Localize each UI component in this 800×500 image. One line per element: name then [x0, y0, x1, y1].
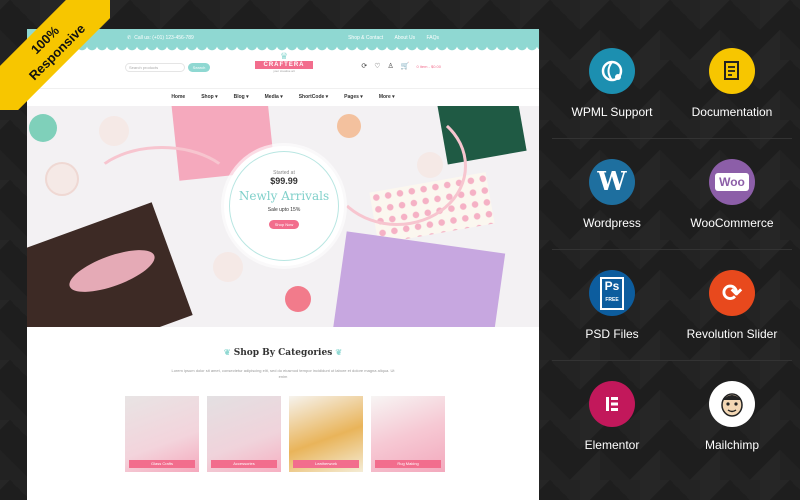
feature-revolution-slider: ⟳ Revolution Slider — [672, 250, 792, 360]
crown-icon: ♛ — [279, 51, 289, 61]
category-card[interactable]: Rug Making — [371, 396, 445, 472]
meringue — [99, 116, 129, 146]
wordpress-icon: W — [589, 159, 635, 205]
feature-list: WPML Support Documentation W Wordpress W… — [552, 28, 792, 472]
cart-summary[interactable]: 0 item - $0.00 — [417, 64, 441, 69]
nav-item-media[interactable]: Media ▾ — [265, 94, 283, 100]
feature-label: Documentation — [691, 105, 773, 119]
user-icon[interactable]: ♙ — [388, 62, 394, 70]
categories-description: Lorem ipsum dolor sit amet, consectetur … — [171, 368, 395, 379]
promo-sale: Sale upto 15% — [267, 207, 301, 213]
shop-now-button[interactable]: Shop Now — [268, 220, 300, 229]
cart-icon[interactable]: 🛒 — [401, 62, 410, 70]
category-grid: Glass Crafts Accessories Leatherwork Rug… — [125, 396, 445, 472]
woocommerce-icon: Woo — [709, 159, 755, 205]
nav-item-shortcode[interactable]: ShortCode ▾ — [299, 94, 328, 100]
logo-tagline: your creative art — [273, 69, 295, 73]
hero-banner: Started at $99.99 Newly Arrivals Sale up… — [27, 106, 539, 327]
nav-item-blog[interactable]: Blog ▾ — [234, 94, 249, 100]
feature-label: Mailchimp — [704, 438, 759, 452]
feature-mailchimp: Mailchimp — [672, 361, 792, 472]
category-card[interactable]: Accessories — [207, 396, 281, 472]
feature-woocommerce: Woo WooCommerce — [672, 139, 792, 249]
feature-documentation: Documentation — [672, 28, 792, 138]
feature-psd: Ps FREE PSD Files — [552, 250, 672, 360]
documentation-icon — [709, 48, 755, 94]
nav-item-pages[interactable]: Pages ▾ — [344, 94, 363, 100]
macaron — [285, 286, 311, 312]
feature-label: PSD Files — [585, 327, 639, 341]
feature-label: WooCommerce — [690, 216, 774, 230]
ribbon-curl — [87, 146, 237, 236]
topbar-link[interactable]: About Us — [395, 35, 416, 41]
feature-label: WPML Support — [571, 105, 653, 119]
category-label: Glass Crafts — [129, 460, 195, 468]
wishlist-icon[interactable]: ♡ — [374, 62, 380, 70]
search-input[interactable]: Search products — [125, 62, 185, 72]
topbar-link[interactable]: FAQs — [426, 35, 439, 41]
whatsapp-icon: ✆ — [127, 34, 132, 41]
macaron — [29, 114, 57, 142]
promo-badge: Started at $99.99 Newly Arrivals Sale up… — [224, 146, 344, 266]
responsive-ribbon: 100% Responsive — [0, 0, 110, 110]
nav-item-more[interactable]: More ▾ — [379, 94, 395, 100]
revolution-slider-icon: ⟳ — [709, 270, 755, 316]
category-label: Accessories — [211, 460, 277, 468]
wpml-icon — [589, 48, 635, 94]
feature-label: Revolution Slider — [686, 327, 778, 341]
feature-label: Elementor — [584, 438, 640, 452]
category-label: Leatherwork — [293, 460, 359, 468]
leaf-icon: ❦ — [223, 347, 231, 357]
meringue — [45, 162, 79, 196]
feature-elementor: Elementor — [552, 361, 672, 472]
logo-name: CRAFTERA — [255, 61, 313, 69]
category-label: Rug Making — [375, 460, 441, 468]
leaf-icon: ❦ — [335, 347, 343, 357]
elementor-icon — [589, 381, 635, 427]
category-card[interactable]: Glass Crafts — [125, 396, 199, 472]
compare-icon[interactable]: ⟳ — [361, 62, 367, 70]
feature-wpml: WPML Support — [552, 28, 672, 138]
nav-item-home[interactable]: Home — [171, 94, 185, 100]
categories-heading: ❦ Shop By Categories ❦ — [27, 347, 539, 358]
purple-gift-box — [332, 231, 506, 327]
promo-title: Newly Arrivals — [238, 189, 330, 203]
mailchimp-icon — [709, 381, 755, 427]
feature-wordpress: W Wordpress — [552, 139, 672, 249]
meringue — [213, 252, 243, 282]
category-card[interactable]: Leatherwork — [289, 396, 363, 472]
psd-icon: Ps FREE — [589, 270, 635, 316]
ribbon-curl — [327, 106, 467, 226]
site-logo[interactable]: ♛ CRAFTERA your creative art — [255, 52, 313, 73]
search-button[interactable]: Search — [188, 62, 210, 72]
topbar-link[interactable]: Shop & Contact — [348, 35, 383, 41]
nav-item-shop[interactable]: Shop ▾ — [201, 94, 217, 100]
categories-title: Shop By Categories — [233, 348, 333, 358]
phone-number: Call us: (+01) 123-456-789 — [134, 34, 194, 41]
feature-label: Wordpress — [583, 216, 641, 230]
search-bar: Search products Search — [125, 62, 210, 72]
promo-price: $99.99 — [270, 176, 298, 186]
